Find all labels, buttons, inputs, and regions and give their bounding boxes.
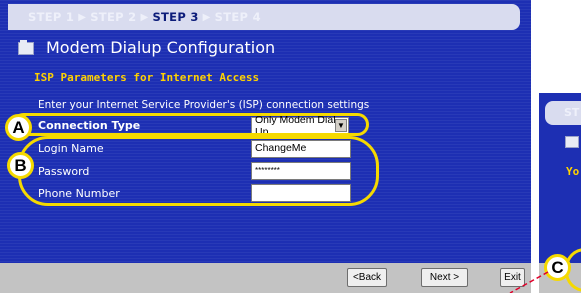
- page-title: Modem Dialup Configuration: [46, 38, 276, 57]
- steps-bar: STEP 1 ▶ STEP 2 ▶ STEP 3 ▶ STEP 4: [8, 4, 520, 30]
- callout-ring-b: [18, 136, 379, 206]
- overlay-section-text: Yo: [566, 165, 580, 178]
- callout-b: B: [7, 152, 34, 179]
- callout-a: A: [5, 114, 32, 141]
- intro-text: Enter your Internet Service Provider's (…: [38, 99, 370, 111]
- next-button[interactable]: Next >: [421, 268, 468, 287]
- back-button[interactable]: <Back: [347, 268, 387, 287]
- callout-c: C: [544, 254, 571, 281]
- step-arrow-icon: ▶: [202, 11, 211, 23]
- folder-icon: [18, 40, 34, 55]
- step-2: STEP 2: [90, 10, 137, 24]
- callout-ring-a: [12, 113, 369, 136]
- step-3-active: STEP 3: [152, 10, 199, 24]
- step-4: STEP 4: [214, 10, 261, 24]
- section-title: ISP Parameters for Internet Access: [34, 71, 260, 84]
- step-arrow-icon: ▶: [78, 11, 87, 23]
- overlay-folder-icon: [565, 136, 579, 148]
- overlay-step-text: ST: [564, 106, 580, 119]
- step-1: STEP 1: [28, 10, 75, 24]
- exit-button[interactable]: Exit: [500, 268, 525, 287]
- step-arrow-icon: ▶: [140, 11, 149, 23]
